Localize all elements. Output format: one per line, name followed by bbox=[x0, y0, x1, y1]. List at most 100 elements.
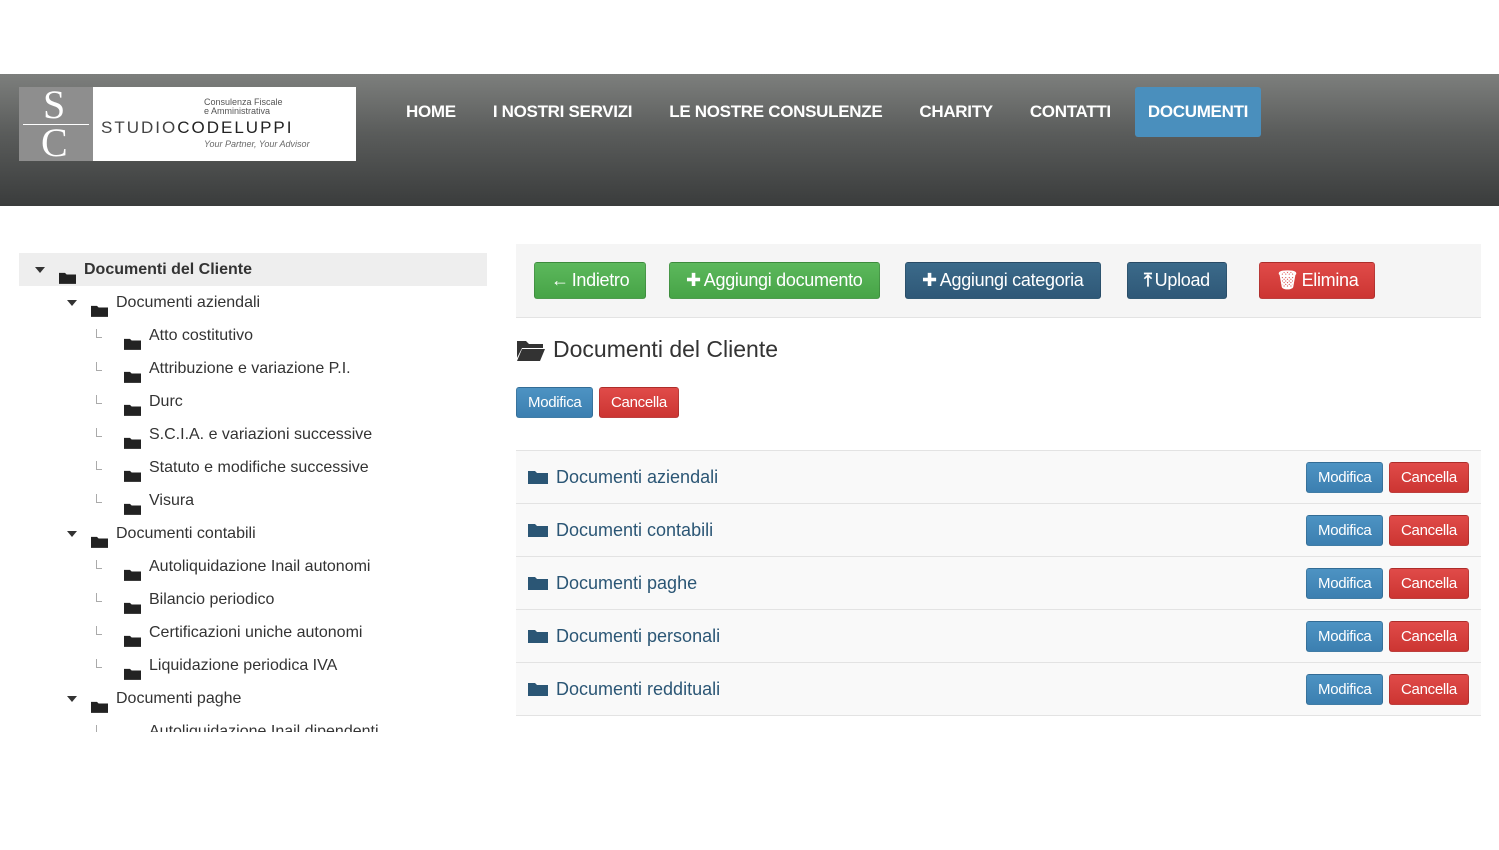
add-document-button[interactable]: ✚ Aggiungi documento bbox=[669, 262, 880, 299]
tree-branch-line bbox=[96, 461, 102, 470]
tree-branch-line bbox=[96, 329, 102, 338]
tree-node-leaf[interactable]: S.C.I.A. e variazioni successive bbox=[19, 418, 487, 451]
folder-edit-button[interactable]: Modifica bbox=[1306, 621, 1384, 652]
logo-monogram-s: S bbox=[43, 82, 66, 127]
tree-node-label[interactable]: Documenti del Cliente bbox=[84, 253, 252, 286]
main-nav: HOME I NOSTRI SERVIZI LE NOSTRE CONSULEN… bbox=[393, 87, 1272, 137]
tree-branch-line bbox=[96, 494, 102, 503]
tree-node-label[interactable]: Attribuzione e variazione P.I. bbox=[149, 352, 351, 385]
tree-node-root[interactable]: Documenti del Cliente bbox=[19, 253, 487, 286]
tree-branch-line bbox=[96, 626, 102, 635]
folder-link[interactable]: Documenti reddituali bbox=[556, 663, 720, 715]
folder-delete-button[interactable]: Cancella bbox=[1389, 515, 1469, 546]
tree-node-leaf[interactable]: Statuto e modifiche successive bbox=[19, 451, 487, 484]
current-delete-button[interactable]: Cancella bbox=[599, 387, 679, 418]
folder-icon bbox=[91, 527, 108, 548]
tree-node-leaf[interactable]: Visura bbox=[19, 484, 487, 517]
tree-node-label[interactable]: Liquidazione periodica IVA bbox=[149, 649, 337, 682]
tree-node-leaf[interactable]: Autoliquidazione Inail dipendenti bbox=[19, 715, 487, 732]
tree-node-label[interactable]: Autoliquidazione Inail dipendenti bbox=[149, 715, 379, 732]
tree-node-leaf[interactable]: Durc bbox=[19, 385, 487, 418]
folder-link[interactable]: Documenti paghe bbox=[556, 557, 697, 609]
nav-documenti[interactable]: DOCUMENTI bbox=[1134, 87, 1262, 137]
current-edit-button[interactable]: Modifica bbox=[516, 387, 594, 418]
documents-panel: ← Indietro ✚ Aggiungi documento ✚ Aggiungi … bbox=[516, 244, 1481, 716]
tree-node-label[interactable]: Documenti paghe bbox=[116, 682, 241, 715]
tree-node-label[interactable]: Statuto e modifiche successive bbox=[149, 451, 369, 484]
folder-edit-button[interactable]: Modifica bbox=[1306, 674, 1384, 705]
tree-node-group[interactable]: Documenti contabili bbox=[19, 517, 487, 550]
tree-node-leaf[interactable]: Certificazioni uniche autonomi bbox=[19, 616, 487, 649]
folder-icon bbox=[124, 362, 141, 383]
folder-link[interactable]: Documenti aziendali bbox=[556, 451, 718, 503]
logo[interactable]: S C Consulenza Fiscale e Amministrativa … bbox=[19, 82, 356, 163]
folder-icon bbox=[124, 329, 141, 350]
tree-node-label[interactable]: Documenti contabili bbox=[116, 517, 256, 550]
tree-node-leaf[interactable]: Attribuzione e variazione P.I. bbox=[19, 352, 487, 385]
caret-down-icon[interactable] bbox=[67, 300, 77, 306]
plus-icon: ✚ bbox=[922, 270, 937, 290]
upload-button[interactable]: ⤒ Upload bbox=[1127, 262, 1227, 299]
folder-delete-button[interactable]: Cancella bbox=[1389, 462, 1469, 493]
tree-branch-line bbox=[96, 428, 102, 437]
tree-node-label[interactable]: Durc bbox=[149, 385, 183, 418]
caret-down-icon[interactable] bbox=[35, 267, 45, 273]
delete-button[interactable]: 🗑 Elimina bbox=[1259, 262, 1376, 299]
tree-node-group[interactable]: Documenti paghe bbox=[19, 682, 487, 715]
folder-icon bbox=[124, 428, 141, 449]
folder-icon bbox=[124, 626, 141, 647]
tree-branch-line bbox=[96, 560, 102, 569]
folder-delete-button[interactable]: Cancella bbox=[1389, 674, 1469, 705]
delete-label: Elimina bbox=[1301, 270, 1359, 290]
tree-node-label[interactable]: S.C.I.A. e variazioni successive bbox=[149, 418, 372, 451]
tree-node-group[interactable]: Documenti aziendali bbox=[19, 286, 487, 319]
tree-node-label[interactable]: Atto costitutivo bbox=[149, 319, 253, 352]
category-tree: Documenti del Cliente Documenti aziendali… bbox=[19, 253, 487, 732]
current-category-title: Documenti del Cliente bbox=[553, 336, 779, 362]
folder-edit-button[interactable]: Modifica bbox=[1306, 462, 1384, 493]
folder-icon bbox=[528, 471, 548, 484]
folder-edit-button[interactable]: Modifica bbox=[1306, 568, 1384, 599]
caret-down-icon[interactable] bbox=[67, 531, 77, 537]
tree-node-label[interactable]: Certificazioni uniche autonomi bbox=[149, 616, 362, 649]
folder-row: Documenti aziendali Modifica Cancella bbox=[516, 451, 1481, 504]
tree-branch-line bbox=[96, 362, 102, 371]
tree-node-leaf[interactable]: Bilancio periodico bbox=[19, 583, 487, 616]
folder-icon bbox=[528, 630, 548, 643]
folder-link[interactable]: Documenti personali bbox=[556, 610, 720, 662]
folder-delete-button[interactable]: Cancella bbox=[1389, 568, 1469, 599]
folder-icon bbox=[124, 659, 141, 680]
tree-node-leaf[interactable]: Autoliquidazione Inail autonomi bbox=[19, 550, 487, 583]
logo-brand: STUDIOCODELUPPI bbox=[101, 118, 293, 138]
tree-node-label[interactable]: Bilancio periodico bbox=[149, 583, 274, 616]
nav-servizi[interactable]: I NOSTRI SERVIZI bbox=[480, 87, 645, 137]
back-button[interactable]: ← Indietro bbox=[534, 262, 647, 299]
tree-node-label[interactable]: Visura bbox=[149, 484, 194, 517]
tree-node-leaf[interactable]: Liquidazione periodica IVA bbox=[19, 649, 487, 682]
folder-icon bbox=[528, 577, 548, 590]
arrow-left-icon: ← bbox=[551, 270, 569, 290]
folder-edit-button[interactable]: Modifica bbox=[1306, 515, 1384, 546]
nav-home[interactable]: HOME bbox=[393, 87, 469, 137]
folder-delete-button[interactable]: Cancella bbox=[1389, 621, 1469, 652]
folder-icon bbox=[124, 461, 141, 482]
trash-icon: 🗑 bbox=[1276, 270, 1299, 290]
folder-list: Documenti aziendali Modifica Cancella Docum… bbox=[516, 450, 1481, 716]
folder-icon bbox=[91, 692, 108, 713]
folder-icon bbox=[528, 683, 548, 696]
nav-contatti[interactable]: CONTATTI bbox=[1017, 87, 1124, 137]
folder-row: Documenti reddituali Modifica Cancella bbox=[516, 663, 1481, 716]
tree-node-label[interactable]: Autoliquidazione Inail autonomi bbox=[149, 550, 370, 583]
folder-link[interactable]: Documenti contabili bbox=[556, 504, 713, 556]
tree-node-leaf[interactable]: Atto costitutivo bbox=[19, 319, 487, 352]
caret-down-icon[interactable] bbox=[67, 696, 77, 702]
nav-charity[interactable]: CHARITY bbox=[906, 87, 1005, 137]
folder-row: Documenti personali Modifica Cancella bbox=[516, 610, 1481, 663]
nav-consulenze[interactable]: LE NOSTRE CONSULENZE bbox=[656, 87, 895, 137]
folder-icon bbox=[59, 263, 76, 284]
upload-label: Upload bbox=[1154, 270, 1211, 290]
add-document-label: Aggiungi documento bbox=[703, 270, 863, 290]
tree-node-label[interactable]: Documenti aziendali bbox=[116, 286, 260, 319]
folder-icon bbox=[91, 296, 108, 317]
add-category-button[interactable]: ✚ Aggiungi categoria bbox=[905, 262, 1101, 299]
